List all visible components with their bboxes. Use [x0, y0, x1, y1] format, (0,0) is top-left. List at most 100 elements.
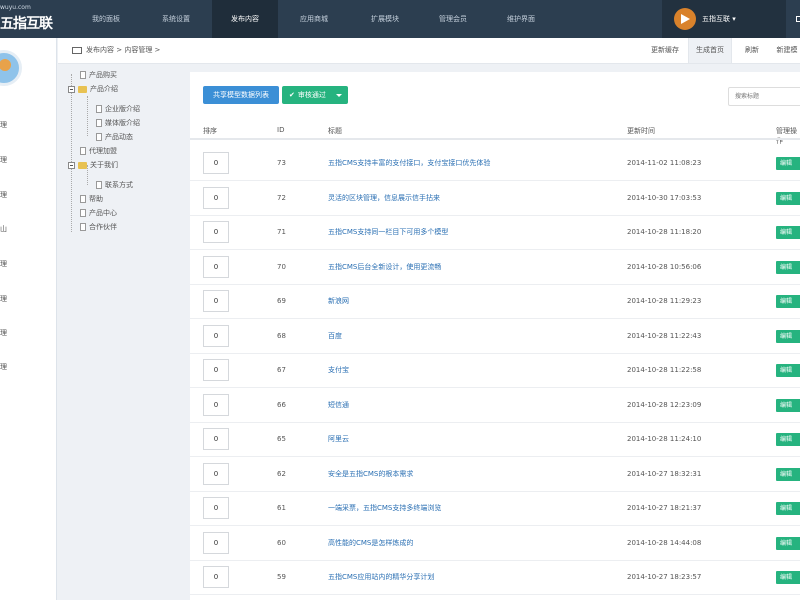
edit-button[interactable]: 编辑: [776, 467, 800, 481]
approve-dropdown-button[interactable]: ✔ 审核通过: [282, 86, 348, 104]
tree-node[interactable]: 合作伙伴: [80, 222, 117, 232]
row-id: 72: [277, 193, 286, 202]
nav-maintenance[interactable]: 维护界面: [490, 0, 552, 38]
edit-button[interactable]: 编辑: [776, 226, 800, 239]
edit-button[interactable]: 编辑: [776, 536, 800, 550]
tree-node[interactable]: 产品购买: [80, 70, 117, 80]
sort-order-input[interactable]: 0: [203, 462, 229, 485]
brand-name: 五指互联: [702, 15, 730, 23]
sort-order-input[interactable]: 0: [203, 186, 229, 209]
row-title-link[interactable]: 新浪网: [328, 284, 349, 319]
tree-node[interactable]: 产品中心: [80, 208, 117, 218]
column-header-title[interactable]: 标题: [328, 126, 342, 136]
generate-home-button[interactable]: 生成首页: [688, 38, 732, 63]
search-input[interactable]: [728, 87, 800, 106]
row-updated-time: 2014-10-27 18:32:31: [627, 469, 702, 478]
row-title-link[interactable]: 安全是五指CMS的根本需求: [328, 457, 413, 492]
nav-my-panel[interactable]: 我的面板: [75, 0, 137, 38]
nav-publish-content[interactable]: 发布内容: [212, 0, 278, 38]
lock-screen-button[interactable]: 锁屏: [786, 0, 800, 38]
row-title-link[interactable]: 一端采票，五指CMS支持多终端浏览: [328, 491, 441, 526]
row-title-link[interactable]: 阿里云: [328, 422, 349, 457]
row-title-link[interactable]: 高性能的CMS是怎样炼成的: [328, 526, 413, 561]
column-header-time[interactable]: 更新时间: [627, 126, 655, 136]
table-row: 0 73 五指CMS支持丰富的支付接口，支付宝接口优先体验 2014-11-02 11…: [190, 146, 800, 181]
avatar[interactable]: [0, 50, 22, 86]
row-title-link[interactable]: 五指CMS后台全新设计，使用更流畅: [328, 250, 441, 285]
collapse-icon[interactable]: [68, 161, 75, 169]
sort-order-input[interactable]: 0: [203, 531, 229, 554]
edit-button[interactable]: 编辑: [776, 398, 800, 412]
nav-manage-members[interactable]: 管理会员: [422, 0, 484, 38]
category-tree: 产品购买 产品介绍 企业版介绍 媒体版介绍 产品动态 代理加盟 关于我们 联系方…: [58, 64, 188, 600]
brand-dropdown[interactable]: 五指互联 ▾: [662, 0, 786, 38]
sort-order-input[interactable]: 0: [203, 393, 229, 416]
edit-button[interactable]: 编辑: [776, 329, 800, 343]
table-row: 0 72 灵活的区块管理，信息展示信手拈来 2014-10-30 17:03:53 编辑: [190, 181, 800, 216]
new-model-button[interactable]: 新建模: [770, 38, 800, 63]
edit-button[interactable]: 编辑: [776, 295, 800, 308]
row-title-link[interactable]: 短信通: [328, 388, 349, 423]
edit-button[interactable]: 编辑: [776, 191, 800, 205]
edit-button[interactable]: 编辑: [776, 571, 800, 584]
file-icon: [96, 119, 102, 127]
edit-button[interactable]: 编辑: [776, 433, 800, 446]
row-title-link[interactable]: 五指CMS支持丰富的支付接口，支付宝接口优先体验: [328, 146, 490, 181]
table-row: 0 65 阿里云 2014-10-28 11:24:10 编辑: [190, 422, 800, 457]
share-model-list-button[interactable]: 共享模型数据列表: [203, 86, 279, 104]
row-title-link[interactable]: 支付宝: [328, 353, 349, 388]
row-title-link[interactable]: 五指CMS应用站内的精华分享计划: [328, 560, 434, 595]
sort-order-input[interactable]: 0: [203, 359, 229, 381]
collapse-icon[interactable]: [68, 85, 75, 93]
sort-order-input[interactable]: 0: [203, 255, 229, 278]
sort-order-input[interactable]: 0: [203, 566, 229, 588]
edit-button[interactable]: 编辑: [776, 157, 800, 170]
sort-order-input[interactable]: 0: [203, 324, 229, 347]
logo[interactable]: wuyu.com 五指互联: [0, 0, 60, 38]
row-title-link[interactable]: 百度: [328, 319, 342, 354]
edit-button[interactable]: 编辑: [776, 502, 800, 515]
sidebar-item[interactable]: 山: [0, 224, 7, 234]
row-updated-time: 2014-10-28 11:22:58: [627, 366, 702, 374]
row-updated-time: 2014-11-02 11:08:23: [627, 159, 702, 167]
tree-node[interactable]: 产品动态: [96, 132, 133, 142]
sidebar-item-content-manage[interactable]: 理: [0, 120, 7, 130]
table-row: 0 70 五指CMS后台全新设计，使用更流畅 2014-10-28 10:56:06 编…: [190, 250, 800, 285]
sort-order-input[interactable]: 0: [203, 290, 229, 312]
edit-button[interactable]: 编辑: [776, 260, 800, 274]
breadcrumb-bar: 发布内容 > 内容管理 > 更新缓存 生成首页 刷新 新建模: [58, 38, 800, 64]
nav-extensions[interactable]: 扩展模块: [354, 0, 416, 38]
sidebar-item[interactable]: 理: [0, 294, 7, 304]
sort-order-input[interactable]: 0: [203, 221, 229, 243]
column-header-id[interactable]: ID: [277, 126, 284, 134]
sidebar-item[interactable]: 理: [0, 328, 7, 338]
update-cache-button[interactable]: 更新缓存: [645, 38, 685, 63]
tree-node[interactable]: 帮助: [80, 194, 103, 204]
table-row: 0 71 五指CMS支持同一栏目下可用多个模型 2014-10-28 11:18:20…: [190, 215, 800, 250]
row-title-link[interactable]: 五指CMS支持同一栏目下可用多个模型: [328, 215, 448, 250]
sort-order-input[interactable]: 0: [203, 152, 229, 174]
breadcrumb[interactable]: 发布内容 > 内容管理 >: [86, 38, 160, 62]
column-header-sort[interactable]: 排序: [203, 126, 217, 136]
tree-node[interactable]: 媒体版介绍: [96, 118, 140, 128]
sidebar-item[interactable]: 理: [0, 362, 7, 372]
tree-node[interactable]: 代理加盟: [80, 146, 117, 156]
row-id: 68: [277, 331, 286, 340]
row-title-link[interactable]: 灵活的区块管理，信息展示信手拈来: [328, 181, 440, 216]
sidebar-item[interactable]: 理: [0, 155, 7, 165]
nav-system-settings[interactable]: 系统设置: [145, 0, 207, 38]
refresh-button[interactable]: 刷新: [738, 38, 766, 63]
tree-node[interactable]: 企业版介绍: [96, 104, 140, 114]
row-id: 59: [277, 573, 286, 581]
nav-app-store[interactable]: 应用商城: [283, 0, 345, 38]
folder-icon: [78, 85, 87, 93]
tree-node[interactable]: 关于我们: [68, 160, 118, 170]
sidebar-item[interactable]: 理: [0, 190, 7, 200]
tree-node[interactable]: 联系方式: [96, 180, 133, 190]
tree-node[interactable]: 产品介绍: [68, 84, 118, 94]
sort-order-input[interactable]: 0: [203, 497, 229, 519]
sort-order-input[interactable]: 0: [203, 428, 229, 450]
sidebar-item[interactable]: 理: [0, 259, 7, 269]
table-row: 0 62 安全是五指CMS的根本需求 2014-10-27 18:32:31 编辑: [190, 457, 800, 492]
edit-button[interactable]: 编辑: [776, 364, 800, 377]
